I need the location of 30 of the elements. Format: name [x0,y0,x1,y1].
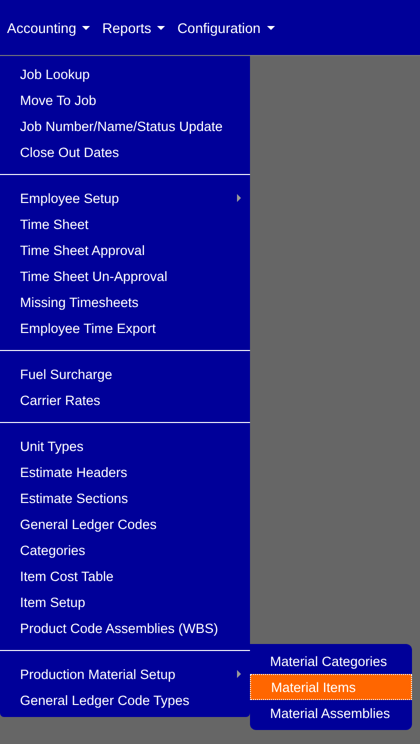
menu-item[interactable]: Job Number/Name/Status Update [0,113,250,139]
nav-menu-item[interactable]: Reports [102,20,178,36]
submenu-item[interactable]: Material Assemblies [250,700,412,726]
menu-item[interactable]: Time Sheet [0,211,250,237]
menu-item[interactable]: Time Sheet Un-Approval [0,263,250,289]
menu-item[interactable]: Product Code Assemblies (WBS) [0,615,250,641]
menu-item[interactable]: Employee Time Export [0,315,250,341]
menu-item[interactable]: Fuel Surcharge [0,361,250,387]
nav-menu-item[interactable]: Accounting [7,20,102,36]
menu-item[interactable]: Item Cost Table [0,563,250,589]
menu-item[interactable]: Categories [0,537,250,563]
caret-icon [157,26,166,30]
menu-item[interactable]: General Ledger Codes [0,511,250,537]
menu-item[interactable]: Item Setup [0,589,250,615]
menu-item[interactable]: Missing Timesheets [0,289,250,315]
menu-item[interactable]: Estimate Headers [0,459,250,485]
menu-item[interactable]: Close Out Dates [0,139,250,165]
menu-item[interactable]: Carrier Rates [0,387,250,413]
menu-item[interactable]: Move To Job [0,87,250,113]
menu-item[interactable]: Production Material Setup [0,661,250,687]
menu-item[interactable]: Job Lookup [0,61,250,87]
menu-item[interactable]: Employee Setup [0,185,250,211]
menu-item[interactable]: Time Sheet Approval [0,237,250,263]
nav-menu-item[interactable]: Configuration [177,20,287,36]
caret-icon [82,26,90,30]
submenu-item[interactable]: Material Categories [250,648,412,674]
menu-item[interactable]: Estimate Sections [0,485,250,511]
menu-item[interactable]: Unit Types [0,433,250,459]
menu-item[interactable]: General Ledger Code Types [0,687,250,713]
caret-icon [266,26,275,30]
